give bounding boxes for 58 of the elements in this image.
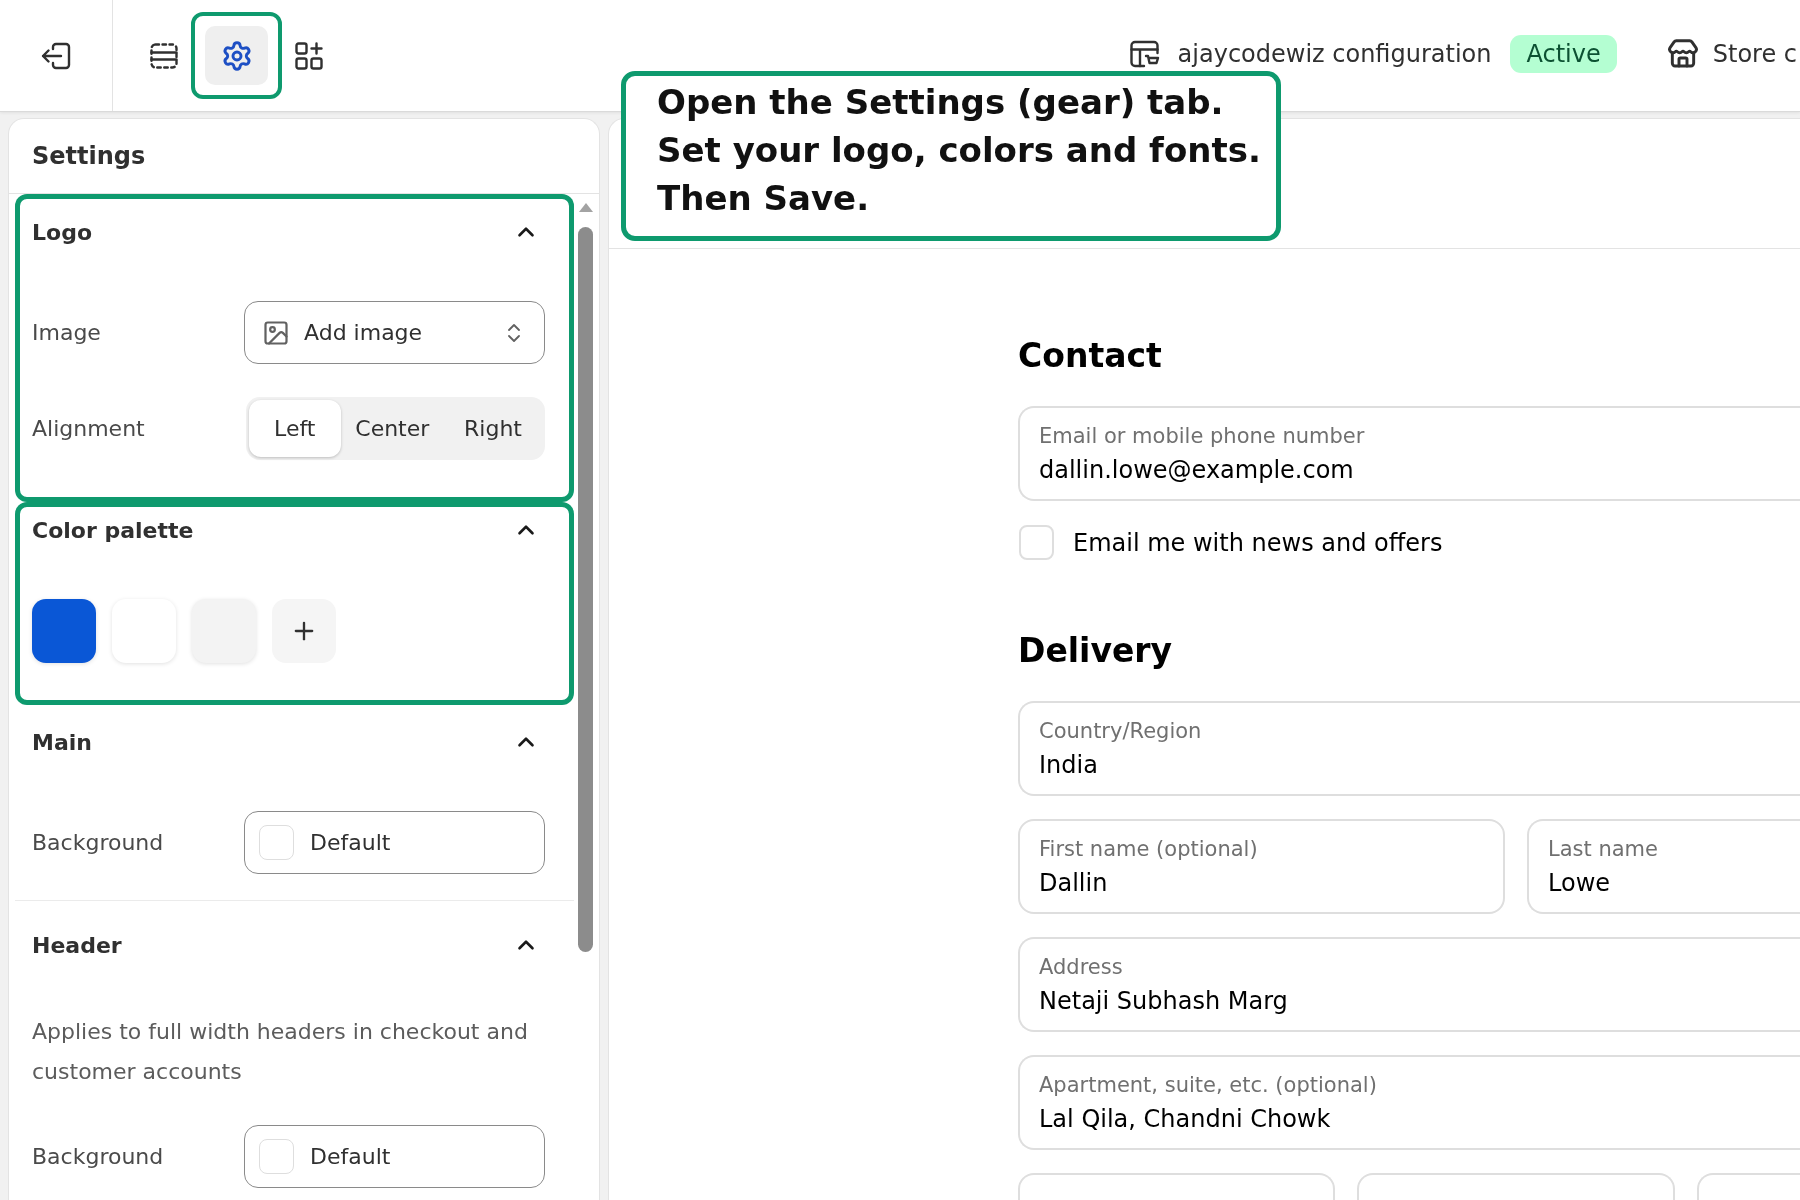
section-title: Color palette (32, 517, 194, 543)
settings-icon (220, 39, 253, 72)
scrollbar-thumb[interactable] (578, 227, 593, 952)
field-value: Netaji Subhash Marg (1039, 986, 1288, 1017)
exit-icon[interactable] (41, 41, 71, 70)
color-swatch-icon[interactable] (32, 599, 96, 663)
toolbar-tab[interactable] (205, 26, 268, 85)
image-icon (262, 318, 290, 347)
field-label: Background (32, 1144, 164, 1169)
swatch-icon (259, 1139, 294, 1174)
checkbox[interactable] (1019, 525, 1054, 560)
swatch-icon (259, 825, 294, 860)
section-title: Logo (32, 219, 92, 245)
segment-option[interactable]: Center (340, 400, 445, 457)
color-select[interactable]: Default (244, 1125, 545, 1188)
field-label: Image (32, 320, 101, 345)
callout-text: Open the Settings (gear) tab. Set your logo, colors and fonts. Then Save. (657, 81, 1262, 220)
field-value: Dallin (1039, 868, 1108, 899)
dashed-rows-icon (150, 42, 178, 69)
field-label: Apartment, suite, etc. (optional) (1039, 1072, 1378, 1099)
storefront-icon (1666, 37, 1699, 70)
segment-option[interactable]: Left (249, 400, 341, 457)
section-description: Applies to full width headers in checkout and customer accounts (32, 1018, 529, 1086)
text-field[interactable]: Address Netaji Subhash Marg (1018, 937, 1800, 1032)
configuration-name: ajaycodewiz configuration (1177, 39, 1492, 68)
text-field[interactable] (1357, 1173, 1675, 1200)
field-label: Email or mobile phone number (1039, 423, 1366, 450)
status-badge: Active (1510, 34, 1617, 73)
segment-option[interactable]: Right (444, 400, 542, 457)
section-heading: Contact (1018, 336, 1163, 376)
add-color-button[interactable] (272, 599, 336, 663)
field-label: Address (1039, 954, 1124, 981)
field-label: Country/Region (1039, 718, 1203, 745)
text-field[interactable]: Last name Lowe (1527, 819, 1800, 914)
text-field[interactable]: First name (optional) Dallin (1018, 819, 1505, 914)
field-value: Lal Qila, Chandni Chowk (1039, 1104, 1331, 1135)
text-field[interactable] (1018, 1173, 1336, 1200)
field-label: Alignment (32, 416, 145, 441)
field-label: Background (32, 830, 164, 855)
window-cart-icon (1129, 39, 1160, 68)
checkbox-label: Email me with news and offers (1073, 528, 1443, 557)
field-label: Last name (1548, 836, 1659, 863)
store-label: Store c (1712, 39, 1797, 68)
text-field[interactable]: Apartment, suite, etc. (optional) Lal Qila, Chandni Chowk (1018, 1055, 1800, 1150)
field-value: India (1039, 750, 1098, 781)
color-select[interactable]: Default (244, 811, 545, 874)
panel-title: Settings (32, 142, 146, 170)
section-title: Main (32, 729, 92, 755)
section-title: Header (32, 932, 122, 958)
field-value: dallin.lowe@example.com (1039, 455, 1354, 486)
grid-plus-icon (295, 41, 323, 70)
field-label: First name (optional) (1039, 836, 1259, 863)
image-select[interactable]: Add image (244, 301, 545, 364)
text-field[interactable]: Email or mobile phone number dallin.lowe@example.com (1018, 406, 1800, 501)
text-field[interactable] (1696, 1173, 1800, 1200)
text-field[interactable]: Country/Region India (1018, 701, 1800, 796)
field-value: Lowe (1548, 868, 1611, 899)
section-heading: Delivery (1018, 631, 1174, 671)
